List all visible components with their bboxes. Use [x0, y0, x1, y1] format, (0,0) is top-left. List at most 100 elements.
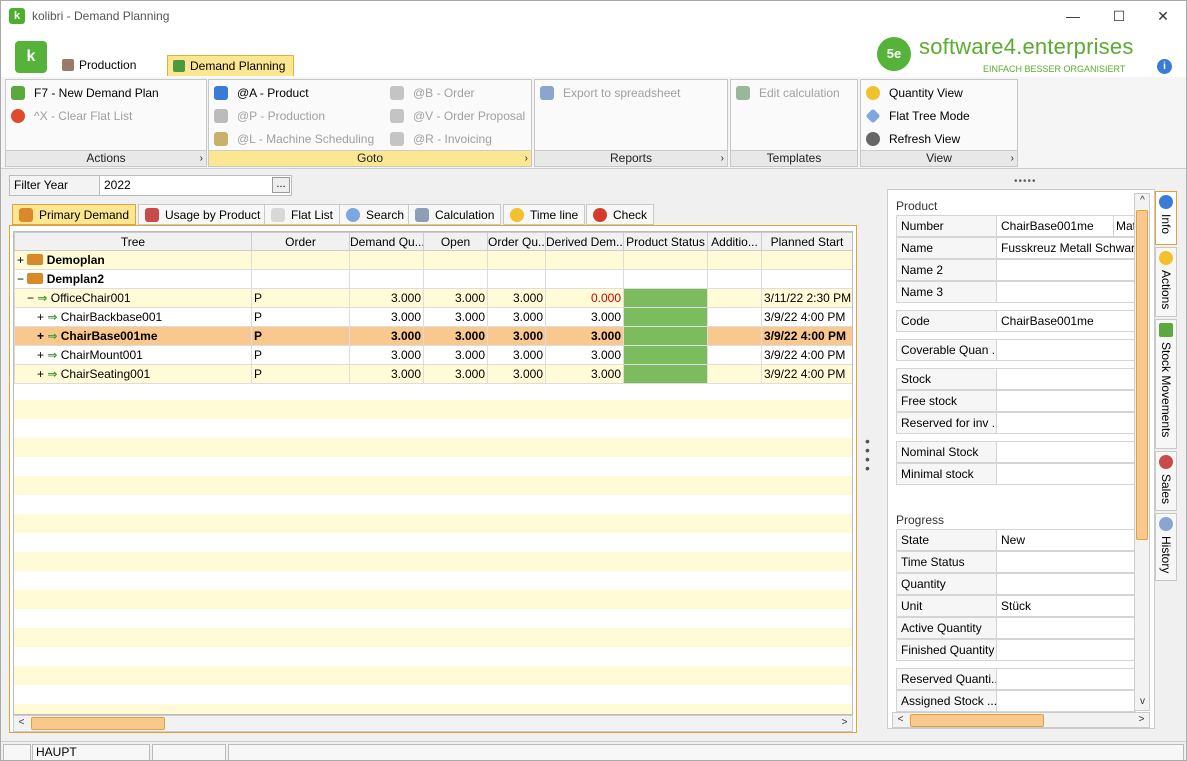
tab-production[interactable]: Production — [57, 55, 144, 76]
new-demand-plan-button[interactable]: F7 - New Demand Plan — [6, 83, 159, 103]
side-tab-stock-movements[interactable]: Stock Movements — [1155, 319, 1177, 449]
scroll-right-icon[interactable]: > — [1134, 713, 1149, 728]
field-value[interactable]: Fusskreuz Metall Schwarz — [1001, 238, 1141, 258]
tab-time-line[interactable]: Time line — [503, 204, 586, 225]
maximize-button[interactable]: ☐ — [1096, 1, 1142, 32]
scroll-up-icon[interactable]: ^ — [1135, 194, 1150, 209]
reports-expand-icon[interactable]: › — [721, 151, 724, 166]
field-value[interactable]: ChairBase001me — [1001, 216, 1094, 236]
column-header-derived-demand[interactable]: Derived Dem... — [545, 232, 624, 251]
goto-order-button[interactable]: @B - Order — [385, 83, 475, 103]
panel-horizontal-scrollbar[interactable]: < > — [892, 712, 1150, 728]
grid-horizontal-scrollbar[interactable]: < > — [13, 715, 853, 732]
goto-order-proposal-button[interactable]: @V - Order Proposal — [385, 106, 525, 126]
view-expand-icon[interactable]: › — [1011, 151, 1014, 166]
field-value[interactable]: Stück — [1001, 596, 1031, 616]
edit-calculation-button[interactable]: Edit calculation — [731, 83, 840, 103]
filter-year-input[interactable]: 2022 — [102, 176, 131, 195]
group-view-title: View › — [861, 150, 1017, 166]
table-row[interactable]: + ⇒ ChairBackbase001 P 3.000 3.000 3.000 3.0… — [14, 307, 852, 327]
column-header-tree[interactable]: Tree — [14, 232, 252, 251]
tab-demand-planning[interactable]: Demand Planning — [167, 55, 295, 76]
info-icon[interactable]: i — [1157, 59, 1172, 74]
goto-machine-scheduling-button[interactable]: @L - Machine Scheduling — [209, 129, 374, 149]
minimize-button[interactable]: — — [1050, 1, 1096, 32]
goto-order-label: @B - Order — [413, 86, 475, 100]
side-tab-strip: Info Actions Stock Movements Sales Histo… — [1155, 189, 1177, 589]
side-tab-history[interactable]: History — [1155, 513, 1177, 581]
clear-flat-list-button[interactable]: ^X - Clear Flat List — [6, 106, 132, 126]
actions-expand-icon[interactable]: › — [200, 151, 203, 166]
table-row[interactable]: − ⇒ OfficeChair001 P 3.000 3.000 3.000 0.000… — [14, 288, 852, 308]
column-header-demand-quantity[interactable]: Demand Qu... — [349, 232, 424, 251]
goto-production-button[interactable]: @P - Production — [209, 106, 325, 126]
collapse-icon[interactable]: − — [17, 272, 24, 286]
scroll-left-icon[interactable]: < — [14, 716, 29, 731]
side-tab-sales[interactable]: Sales — [1155, 451, 1177, 511]
scroll-left-icon[interactable]: < — [893, 713, 908, 728]
field-label: Free stock — [897, 391, 997, 411]
panel-splitter-grip[interactable]: ••••• — [1014, 176, 1037, 187]
product-status-cell — [623, 307, 708, 327]
expand-icon[interactable]: + — [37, 329, 44, 343]
vertical-splitter-grip[interactable]: • • • • — [865, 434, 871, 475]
status-bar: HAUPT — [1, 741, 1186, 760]
export-spreadsheet-button[interactable]: Export to spreadsheet — [535, 83, 680, 103]
side-tab-info[interactable]: Info — [1155, 191, 1177, 245]
column-header-planned-start[interactable]: Planned Start — [761, 232, 852, 251]
table-row[interactable]: + ⇒ ChairMount001 P 3.000 3.000 3.000 3.000 3… — [14, 345, 852, 365]
column-header-order[interactable]: Order — [251, 232, 350, 251]
column-header-product-status[interactable]: Product Status — [623, 232, 708, 251]
demand-planning-icon — [173, 60, 185, 72]
field-label: Name — [897, 238, 997, 258]
factory-icon — [62, 59, 74, 71]
scroll-down-icon[interactable]: v — [1135, 695, 1150, 710]
table-row[interactable]: + ⇒ ChairSeating001 P 3.000 3.000 3.000 3.00… — [14, 364, 852, 384]
tab-calculation[interactable]: Calculation — [408, 204, 502, 225]
tree-node-label: ChairBackbase001 — [60, 310, 163, 324]
expand-icon[interactable]: + — [37, 310, 44, 324]
scroll-thumb[interactable] — [910, 714, 1044, 727]
goto-expand-icon[interactable]: › — [525, 151, 528, 166]
order-quantity-cell: 3.000 — [487, 326, 546, 346]
scroll-thumb[interactable] — [1136, 210, 1148, 540]
column-header-open[interactable]: Open — [423, 232, 488, 251]
collapse-icon[interactable]: − — [27, 291, 34, 305]
column-header-order-quantity[interactable]: Order Qu... — [487, 232, 546, 251]
tab-flat-list[interactable]: Flat List — [264, 204, 341, 225]
field-value[interactable]: ChairBase001me — [1001, 311, 1094, 331]
status-segment-3 — [152, 744, 226, 760]
side-tab-actions[interactable]: Actions — [1155, 247, 1177, 317]
refresh-view-button[interactable]: Refresh View — [861, 129, 960, 149]
app-menu-button[interactable]: k — [15, 41, 47, 73]
goto-product-button[interactable]: @A - Product — [209, 83, 309, 103]
expand-icon[interactable]: + — [37, 348, 44, 362]
panel-vertical-scrollbar[interactable]: ^ v — [1134, 193, 1150, 711]
folder-icon — [19, 208, 33, 222]
field-label: Reserved for inv ... — [897, 413, 997, 433]
tab-search-label: Search — [366, 208, 405, 222]
table-row[interactable]: − Demplan2 — [14, 269, 852, 289]
kolibri-logo-icon: k — [9, 8, 25, 24]
table-row[interactable]: + Demoplan — [14, 250, 852, 270]
table-row-selected[interactable]: + ⇒ ChairBase001me P 3.000 3.000 3.000 3.000… — [14, 326, 852, 346]
flat-tree-mode-button[interactable]: Flat Tree Mode — [861, 106, 970, 126]
expand-icon[interactable]: + — [17, 253, 24, 267]
empty-row-band — [14, 438, 852, 457]
history-search-icon — [1159, 517, 1173, 531]
tab-usage-by-product[interactable]: Usage by Product — [138, 204, 268, 225]
tab-search[interactable]: Search — [339, 204, 412, 225]
empty-row-band — [14, 476, 852, 495]
filter-year-browse-button[interactable]: ... — [272, 177, 290, 193]
goto-invoicing-button[interactable]: @R - Invoicing — [385, 129, 492, 149]
close-button[interactable]: ✕ — [1140, 1, 1186, 32]
field-value[interactable]: New — [1001, 530, 1025, 550]
scroll-thumb[interactable] — [31, 717, 165, 730]
expand-icon[interactable]: + — [37, 367, 44, 381]
quantity-view-button[interactable]: Quantity View — [861, 83, 963, 103]
field-state: State New — [896, 529, 1136, 551]
column-header-additional[interactable]: Additio... — [707, 232, 762, 251]
tab-primary-demand[interactable]: Primary Demand — [12, 204, 137, 225]
tab-check[interactable]: Check — [586, 204, 655, 225]
scroll-right-icon[interactable]: > — [837, 716, 852, 731]
